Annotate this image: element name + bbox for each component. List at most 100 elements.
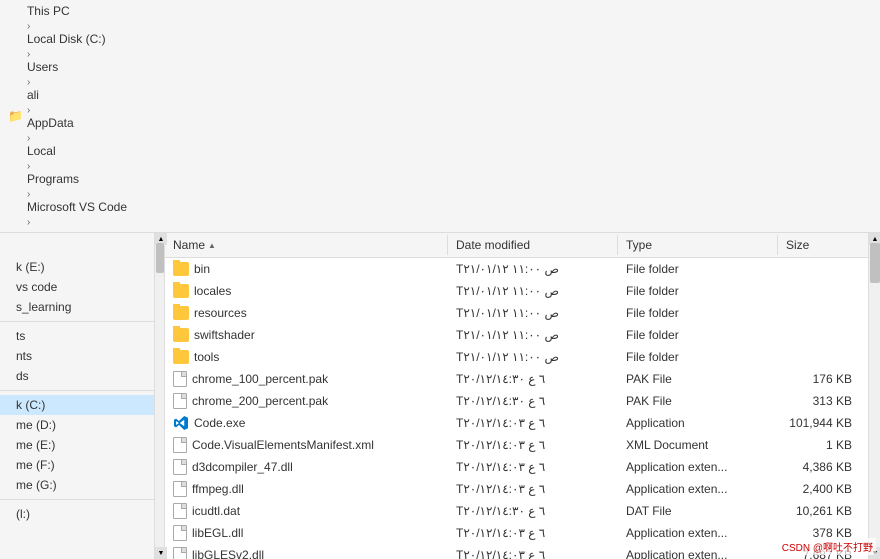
breadcrumb-item[interactable]: Microsoft VS Code xyxy=(27,200,127,214)
table-row[interactable]: Code.VisualElementsManifest.xml T۲۰/۱۲/۱… xyxy=(165,434,868,456)
sidebar-item-k-e[interactable]: k (E:) xyxy=(0,257,154,277)
file-size xyxy=(778,333,868,337)
file-date: T۲۱/۰۱/۱۲ ص ۱۱:۰۰ xyxy=(448,348,618,366)
file-name: Code.VisualElementsManifest.xml xyxy=(165,435,448,455)
file-scrollbar[interactable]: ▲ ▼ xyxy=(868,233,880,559)
table-row[interactable]: Code.exe T۲۰/۱۲/۱٦ ع ٤:۰۳ Application 10… xyxy=(165,412,868,434)
file-icon xyxy=(173,371,187,387)
file-name: icudtl.dat xyxy=(165,501,448,521)
breadcrumb-item[interactable]: AppData xyxy=(27,116,127,130)
breadcrumb-item[interactable]: Users xyxy=(27,60,127,74)
col-size[interactable]: Size xyxy=(778,235,868,255)
breadcrumb-item[interactable]: This PC xyxy=(27,4,127,18)
file-size xyxy=(778,267,868,271)
file-type: PAK File xyxy=(618,370,778,388)
file-name: bin xyxy=(165,260,448,278)
vscode-icon xyxy=(173,415,189,431)
file-date: T۲۱/۰۱/۱۲ ص ۱۱:۰۰ xyxy=(448,260,618,278)
scroll-thumb[interactable] xyxy=(156,243,164,273)
file-type: Application exten... xyxy=(618,480,778,498)
file-icon xyxy=(173,437,187,453)
file-size xyxy=(778,311,868,315)
breadcrumb-item[interactable]: ali xyxy=(27,88,127,102)
table-row[interactable]: chrome_200_percent.pak T۲۰/۱۲/۱٦ ع ٤:۳۰ … xyxy=(165,390,868,412)
file-icon xyxy=(173,525,187,541)
breadcrumb-item[interactable]: Local Disk (C:) xyxy=(27,32,127,46)
watermark: CSDN @啊吐不打野 xyxy=(779,538,876,555)
sidebar-scrollbar[interactable]: ▲ ▼ xyxy=(155,233,165,559)
file-date: T۲۰/۱۲/۱٦ ع ٤:۰۳ xyxy=(448,480,618,498)
table-row[interactable]: resources T۲۱/۰۱/۱۲ ص ۱۱:۰۰ File folder xyxy=(165,302,868,324)
sidebar-item-ds[interactable]: ds xyxy=(0,366,154,386)
table-row[interactable]: ffmpeg.dll T۲۰/۱۲/۱٦ ع ٤:۰۳ Application … xyxy=(165,478,868,500)
sidebar-item-c[interactable]: k (C:) xyxy=(0,395,154,415)
file-date: T۲۰/۱۲/۱٦ ع ٤:۰۳ xyxy=(448,524,618,542)
folder-icon xyxy=(173,284,189,298)
scroll-down-arrow[interactable]: ▼ xyxy=(155,547,167,559)
folder-icon xyxy=(173,350,189,364)
sidebar-divider xyxy=(0,390,154,391)
table-row[interactable]: chrome_100_percent.pak T۲۰/۱۲/۱٦ ع ٤:۳۰ … xyxy=(165,368,868,390)
sidebar-item-vscode[interactable]: vs code xyxy=(0,277,154,297)
col-date-modified[interactable]: Date modified xyxy=(448,235,618,255)
file-icon xyxy=(173,393,187,409)
column-header: Name ▲ Date modified Type Size xyxy=(165,233,868,258)
file-size: 1 KB xyxy=(778,436,868,454)
file-size: 2,400 KB xyxy=(778,480,868,498)
file-name: d3dcompiler_47.dll xyxy=(165,457,448,477)
table-row[interactable]: libGLESv2.dll T۲۰/۱۲/۱٦ ع ٤:۰۳ Applicati… xyxy=(165,544,868,559)
file-type: File folder xyxy=(618,260,778,278)
file-date: T۲۰/۱۲/۱٦ ع ٤:۳۰ xyxy=(448,392,618,410)
file-area: Name ▲ Date modified Type Size bin T۲۱/۰… xyxy=(165,233,868,559)
table-row[interactable]: d3dcompiler_47.dll T۲۰/۱۲/۱٦ ع ٤:۰۳ Appl… xyxy=(165,456,868,478)
sidebar-item-g[interactable]: me (G:) xyxy=(0,475,154,495)
file-date: T۲۰/۱۲/۱٦ ع ٤:۰۳ xyxy=(448,546,618,559)
file-date: T۲۱/۰۱/۱۲ ص ۱۱:۰۰ xyxy=(448,282,618,300)
file-type: DAT File xyxy=(618,502,778,520)
chevron-icon: › xyxy=(27,217,30,228)
file-size xyxy=(778,355,868,359)
table-row[interactable]: libEGL.dll T۲۰/۱۲/۱٦ ع ٤:۰۳ Application … xyxy=(165,522,868,544)
sidebar-item-nts[interactable]: nts xyxy=(0,346,154,366)
file-type: Application exten... xyxy=(618,546,778,559)
chevron-icon: › xyxy=(27,161,30,172)
table-row[interactable]: tools T۲۱/۰۱/۱۲ ص ۱۱:۰۰ File folder xyxy=(165,346,868,368)
chevron-icon: › xyxy=(27,49,30,60)
table-row[interactable]: locales T۲۱/۰۱/۱۲ ص ۱۱:۰۰ File folder xyxy=(165,280,868,302)
sidebar-item-ts[interactable]: ts xyxy=(0,326,154,346)
file-size: 4,386 KB xyxy=(778,458,868,476)
file-date: T۲۱/۰۱/۱۲ ص ۱۱:۰۰ xyxy=(448,326,618,344)
file-name: resources xyxy=(165,304,448,322)
table-row[interactable]: icudtl.dat T۲۰/۱۲/۱٦ ع ٤:۳۰ DAT File 10,… xyxy=(165,500,868,522)
breadcrumb-item[interactable]: Local xyxy=(27,144,127,158)
col-type[interactable]: Type xyxy=(618,235,778,255)
file-date: T۲۰/۱۲/۱٦ ع ٤:۳۰ xyxy=(448,502,618,520)
breadcrumb-item[interactable]: Programs xyxy=(27,172,127,186)
sidebar-divider xyxy=(0,321,154,322)
file-name: chrome_200_percent.pak xyxy=(165,391,448,411)
chevron-icon: › xyxy=(27,133,30,144)
chevron-icon: › xyxy=(27,105,30,116)
col-name[interactable]: Name ▲ xyxy=(165,235,448,255)
sidebar-item-f[interactable]: me (F:) xyxy=(0,455,154,475)
file-name: libGLESv2.dll xyxy=(165,545,448,559)
sidebar-item-slearning[interactable]: s_learning xyxy=(0,297,154,317)
file-date: T۲۰/۱۲/۱٦ ع ٤:۰۳ xyxy=(448,458,618,476)
file-type: Application xyxy=(618,414,778,432)
sidebar-divider xyxy=(0,499,154,500)
breadcrumb-icon: 📁 xyxy=(8,109,23,123)
file-type: File folder xyxy=(618,326,778,344)
file-name: ffmpeg.dll xyxy=(165,479,448,499)
file-name: swiftshader xyxy=(165,326,448,344)
sidebar-item-l[interactable]: (l:) xyxy=(0,504,154,524)
sidebar-item-d[interactable]: me (D:) xyxy=(0,415,154,435)
chevron-icon: › xyxy=(27,77,30,88)
table-row[interactable]: swiftshader T۲۱/۰۱/۱۲ ص ۱۱:۰۰ File folde… xyxy=(165,324,868,346)
sidebar: k (E:) vs code s_learning ts nts ds k (C… xyxy=(0,233,155,559)
file-name: Code.exe xyxy=(165,413,448,433)
file-name: locales xyxy=(165,282,448,300)
table-row[interactable]: bin T۲۱/۰۱/۱۲ ص ۱۱:۰۰ File folder xyxy=(165,258,868,280)
file-size xyxy=(778,289,868,293)
sidebar-item-e[interactable]: me (E:) xyxy=(0,435,154,455)
scroll-thumb-right[interactable] xyxy=(870,243,880,283)
